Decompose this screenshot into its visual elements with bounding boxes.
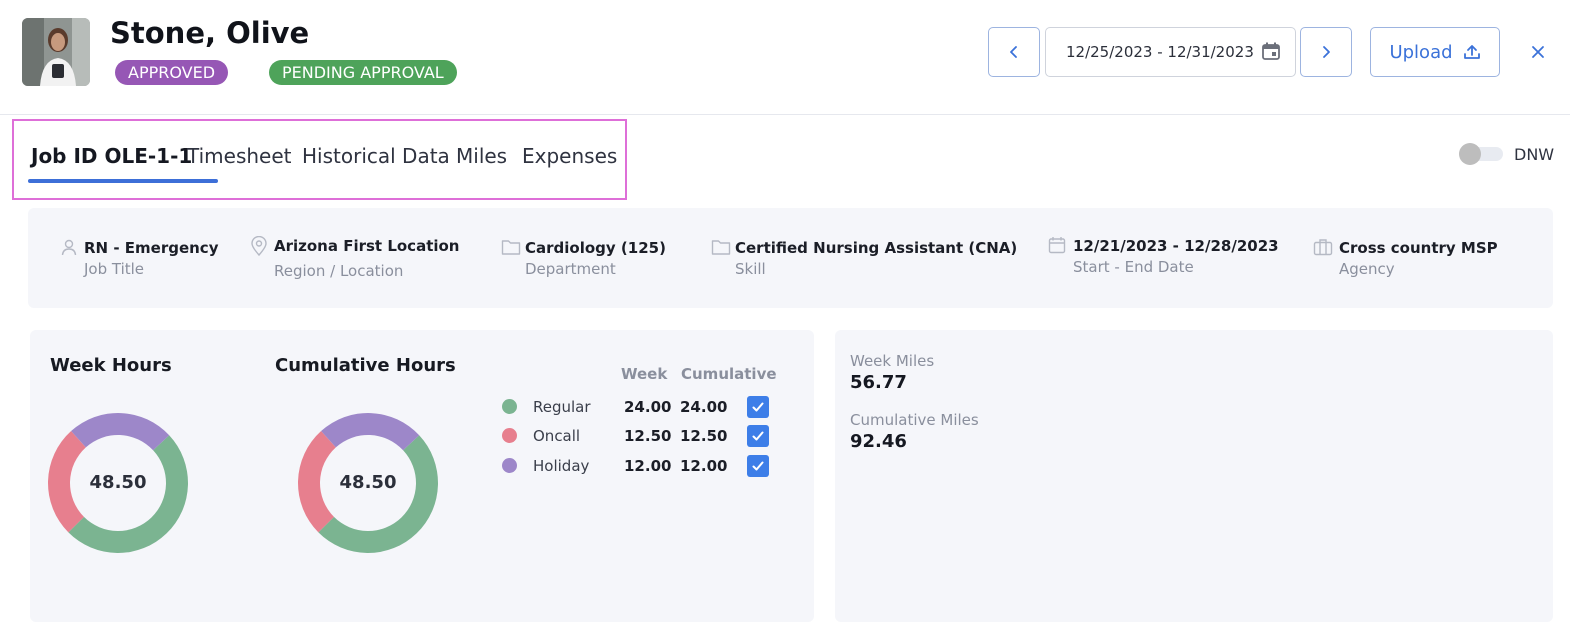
tab-miles[interactable]: Miles xyxy=(456,144,507,168)
tab-expenses[interactable]: Expenses xyxy=(522,144,617,168)
holiday-cumulative-value: 12.00 xyxy=(680,457,728,475)
holiday-label: Holiday xyxy=(533,457,590,475)
region-location-label: Region / Location xyxy=(274,262,404,280)
cumulative-miles-label: Cumulative Miles xyxy=(850,411,979,429)
avatar xyxy=(22,18,90,86)
start-end-date-value: 12/21/2023 - 12/28/2023 xyxy=(1073,237,1279,255)
donut-slice-regular xyxy=(318,435,438,553)
oncall-checkbox[interactable] xyxy=(747,425,769,447)
week-hours-title: Week Hours xyxy=(50,355,172,376)
upload-label: Upload xyxy=(1389,41,1453,63)
legend-row-oncall: Oncall 12.50 12.50 xyxy=(500,425,780,447)
toggle-knob xyxy=(1459,143,1481,165)
cumulative-miles-value: 92.46 xyxy=(850,431,907,452)
donut-slice-holiday xyxy=(71,413,170,451)
start-end-date-label: Start - End Date xyxy=(1073,258,1194,276)
upload-button[interactable]: Upload xyxy=(1370,27,1500,77)
legend-row-holiday: Holiday 12.00 12.00 xyxy=(500,455,780,477)
department-value: Cardiology (125) xyxy=(525,239,666,257)
skill-value: Certified Nursing Assistant (CNA) xyxy=(735,239,1018,257)
checkmark-icon xyxy=(752,402,764,412)
person-icon xyxy=(61,239,77,256)
cumulative-hours-total: 48.50 xyxy=(339,472,397,493)
cumulative-column-header: Cumulative xyxy=(681,365,777,383)
previous-week-button[interactable] xyxy=(988,27,1040,77)
date-range-value: 12/25/2023 - 12/31/2023 xyxy=(1066,43,1254,61)
location-pin-icon xyxy=(251,236,267,256)
skill-label: Skill xyxy=(735,260,766,278)
holiday-checkbox[interactable] xyxy=(747,455,769,477)
regular-cumulative-value: 24.00 xyxy=(680,398,728,416)
regular-color-dot xyxy=(502,399,517,414)
checkmark-icon xyxy=(752,461,764,471)
upload-icon xyxy=(1463,45,1480,59)
week-miles-label: Week Miles xyxy=(850,352,935,370)
regular-label: Regular xyxy=(533,398,591,416)
briefcase-icon xyxy=(1313,239,1333,256)
calendar-icon xyxy=(1048,237,1066,254)
tab-job-id[interactable]: Job ID OLE-1-1 xyxy=(31,144,192,168)
close-icon xyxy=(1532,46,1544,58)
donut-slice-regular xyxy=(68,435,188,553)
donut-slice-holiday xyxy=(321,413,420,451)
agency-label: Agency xyxy=(1339,260,1395,278)
department-label: Department xyxy=(525,260,616,278)
folder-icon xyxy=(711,240,731,255)
miles-card xyxy=(835,330,1553,622)
chevron-right-icon xyxy=(1323,46,1330,58)
next-week-button[interactable] xyxy=(1300,27,1352,77)
holiday-week-value: 12.00 xyxy=(624,457,672,475)
avatar-photo xyxy=(22,18,90,86)
oncall-cumulative-value: 12.50 xyxy=(680,427,728,445)
oncall-week-value: 12.50 xyxy=(624,427,672,445)
folder-icon xyxy=(501,240,521,255)
job-title-value: RN - Emergency xyxy=(84,239,219,257)
job-title-label: Job Title xyxy=(84,260,145,278)
tab-timesheet[interactable]: Timesheet xyxy=(187,144,292,168)
calendar-icon[interactable] xyxy=(1261,41,1281,61)
pending-approval-badge: PENDING APPROVAL xyxy=(269,60,457,85)
region-location-value: Arizona First Location xyxy=(274,237,460,255)
close-button[interactable] xyxy=(1526,40,1550,64)
legend-row-regular: Regular 24.00 24.00 xyxy=(500,396,780,418)
active-tab-indicator xyxy=(28,179,218,183)
job-info-panel: RN - Emergency Job Title Arizona First L… xyxy=(28,208,1553,308)
regular-week-value: 24.00 xyxy=(624,398,672,416)
approved-badge: APPROVED xyxy=(115,60,229,85)
checkmark-icon xyxy=(752,431,764,441)
cumulative-hours-title: Cumulative Hours xyxy=(275,355,456,376)
oncall-color-dot xyxy=(502,428,517,443)
agency-value: Cross country MSP xyxy=(1339,239,1498,257)
chevron-left-icon xyxy=(1010,46,1017,58)
regular-checkbox[interactable] xyxy=(747,396,769,418)
dnw-toggle[interactable] xyxy=(1459,143,1503,165)
dnw-label: DNW xyxy=(1514,145,1555,164)
page-header: Stone, Olive APPROVED PENDING APPROVAL 1… xyxy=(0,0,1570,115)
employee-name: Stone, Olive xyxy=(110,16,310,50)
oncall-label: Oncall xyxy=(533,427,581,445)
date-range-picker[interactable]: 12/25/2023 - 12/31/2023 xyxy=(1045,27,1296,77)
week-hours-total: 48.50 xyxy=(89,472,147,493)
week-miles-value: 56.77 xyxy=(850,372,907,393)
tab-historical-data[interactable]: Historical Data xyxy=(302,144,450,168)
holiday-color-dot xyxy=(502,458,517,473)
week-column-header: Week xyxy=(621,365,668,383)
